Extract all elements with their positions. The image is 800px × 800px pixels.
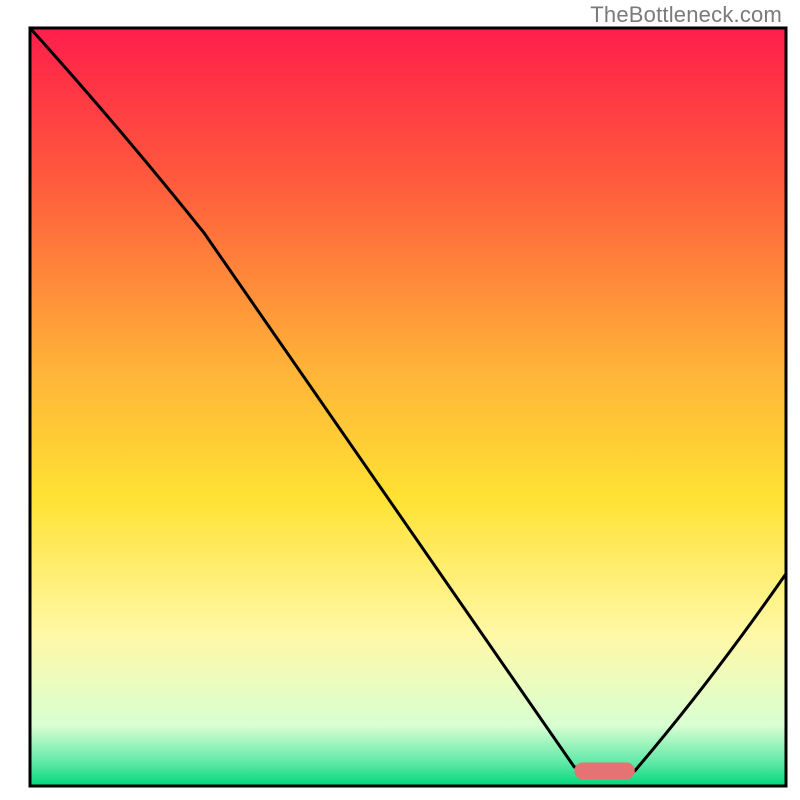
watermark-label: TheBottleneck.com (590, 2, 782, 28)
bottleneck-chart (0, 0, 800, 800)
optimal-range-marker (574, 763, 634, 780)
chart-container: TheBottleneck.com (0, 0, 800, 800)
plot-background (30, 28, 786, 786)
